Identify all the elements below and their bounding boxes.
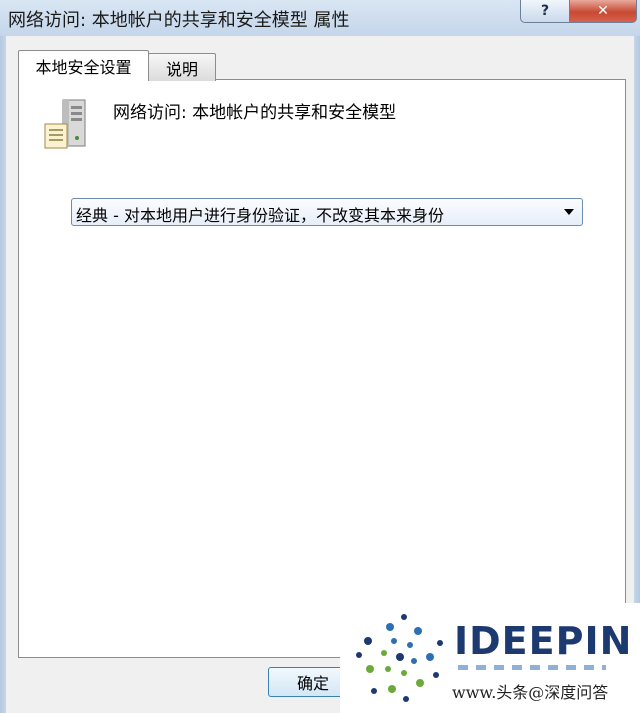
tab-panel: 网络访问: 本地帐户的共享和安全模型 经典 - 对本地用户进行身份验证，不改变其… xyxy=(18,79,626,658)
tab-local-security-setting[interactable]: 本地安全设置 xyxy=(18,50,149,81)
tab-label: 本地安全设置 xyxy=(35,58,132,77)
watermark-url: www.头条@深度问答 xyxy=(452,683,609,702)
close-button[interactable]: ✕ xyxy=(569,0,637,23)
help-icon: ? xyxy=(540,3,550,19)
security-model-dropdown[interactable]: 经典 - 对本地用户进行身份验证，不改变其本来身份 xyxy=(71,198,583,226)
policy-title: 网络访问: 本地帐户的共享和安全模型 xyxy=(113,103,397,123)
watermark-bar xyxy=(458,665,606,670)
dropdown-selected-value: 经典 - 对本地用户进行身份验证，不改变其本来身份 xyxy=(76,206,444,225)
server-icon xyxy=(44,99,86,149)
help-button[interactable]: ? xyxy=(520,0,570,23)
watermark-brand: IDEEPIN xyxy=(454,619,633,663)
logo-icon xyxy=(356,614,443,702)
watermark: IDEEPIN www.头条@深度问答 xyxy=(340,603,640,713)
tab-label: 说明 xyxy=(165,59,198,79)
title-bar[interactable]: 网络访问: 本地帐户的共享和安全模型 属性 ? ✕ xyxy=(0,0,640,36)
close-icon: ✕ xyxy=(597,3,609,19)
tab-explain[interactable]: 说明 xyxy=(148,53,216,81)
chevron-down-icon[interactable] xyxy=(564,209,574,215)
window-title: 网络访问: 本地帐户的共享和安全模型 属性 xyxy=(8,10,350,31)
